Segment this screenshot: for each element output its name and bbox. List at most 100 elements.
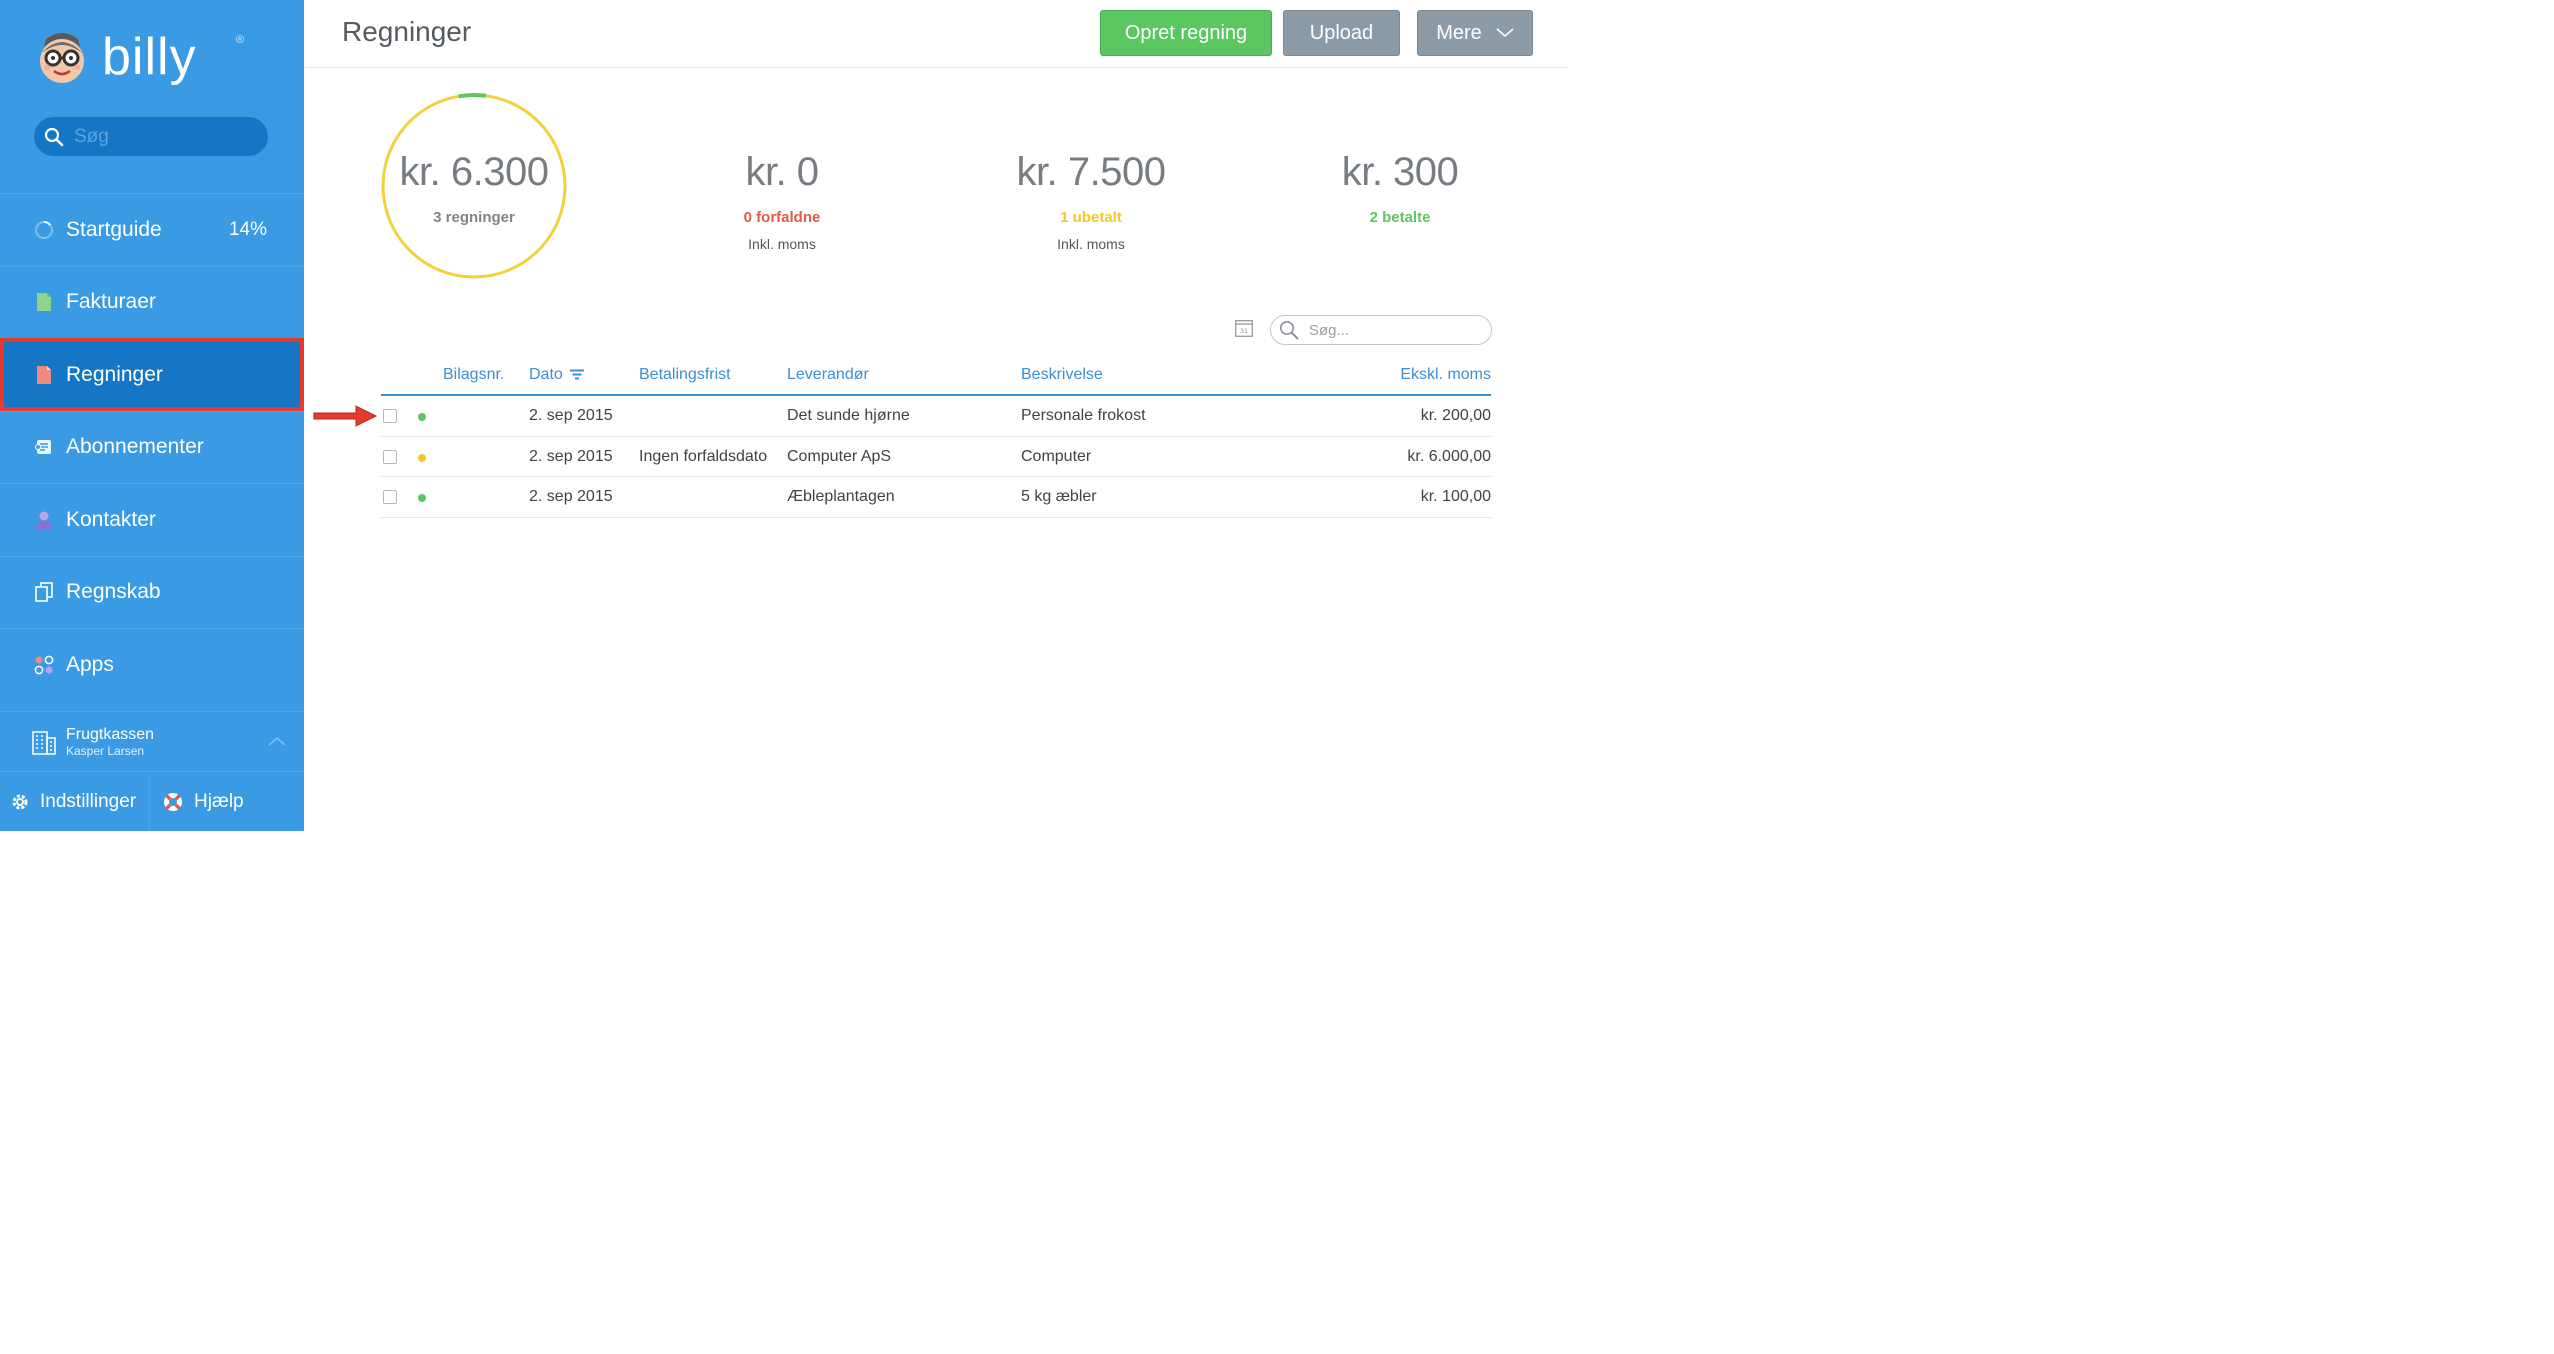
cell-amount: kr. 200,00	[1420, 407, 1491, 424]
bill-icon	[34, 365, 54, 385]
sidebar-item-label: Startguide	[66, 217, 162, 241]
status-dot-paid	[418, 413, 426, 421]
more-label: Mere	[1436, 21, 1482, 44]
summary-total-amount: kr. 6.300	[399, 150, 549, 194]
progress-ring-icon	[34, 220, 54, 240]
row-checkbox[interactable]	[383, 490, 397, 504]
cell-amount: kr. 6.000,00	[1407, 447, 1491, 465]
organization-switcher[interactable]: Frugtkassen Kasper Larsen	[0, 711, 304, 771]
sidebar-item-apps[interactable]: Apps	[0, 628, 304, 701]
summary-paid[interactable]: kr. 300 2 betalte	[1310, 150, 1490, 226]
building-icon	[32, 730, 56, 755]
invoice-icon	[34, 292, 54, 312]
bills-table: Bilagsnr. Dato Betalingsfrist Leverandør…	[381, 358, 1491, 518]
table-row[interactable]: 2. sep 2015 Ingen forfaldsdato Computer …	[381, 437, 1491, 477]
gear-icon	[10, 792, 30, 812]
page-header: Regninger Opret regning Upload Mere	[304, 0, 1568, 68]
settings-button[interactable]: Indstillinger	[0, 772, 150, 831]
column-header-dato[interactable]: Dato	[529, 366, 585, 384]
startguide-progress: 14%	[228, 218, 267, 240]
apps-icon	[34, 655, 54, 675]
summary-overdue-count: 0 forfaldne	[743, 209, 821, 226]
upload-button[interactable]: Upload	[1283, 10, 1400, 56]
row-checkbox[interactable]	[383, 409, 397, 423]
annotation-arrow-icon	[313, 405, 378, 427]
summary-overdue-amount: kr. 0	[745, 150, 819, 194]
cell-leverandor: Computer ApS	[787, 447, 892, 465]
organization-name: Frugtkassen	[66, 726, 155, 743]
column-header-beskrivelse[interactable]: Beskrivelse	[1021, 366, 1103, 384]
more-button[interactable]: Mere	[1417, 10, 1533, 56]
cell-dato: 2. sep 2015	[529, 447, 613, 465]
sidebar-search[interactable]	[34, 117, 268, 156]
sidebar-item-label: Kontakter	[66, 507, 156, 531]
sidebar-item-label: Abonnementer	[66, 435, 204, 459]
sidebar-item-label: Apps	[66, 652, 114, 676]
summary-unpaid-count: 1 ubetalt	[1060, 209, 1122, 226]
cell-beskrivelse: Personale frokost	[1021, 407, 1146, 424]
cell-dato: 2. sep 2015	[529, 407, 613, 424]
create-bill-button[interactable]: Opret regning	[1100, 10, 1272, 56]
ledger-icon	[34, 582, 54, 603]
sidebar: billy ® Startguide 14% Faktura	[0, 0, 304, 831]
chevron-up-icon	[268, 737, 286, 746]
sidebar-nav: Startguide 14% Fakturaer Regninger Abonn…	[0, 193, 304, 701]
cell-beskrivelse: Computer	[1021, 447, 1092, 465]
table-search-input[interactable]	[1309, 321, 1479, 339]
cell-leverandor: Æbleplantagen	[787, 488, 895, 505]
sidebar-item-fakturaer[interactable]: Fakturaer	[0, 265, 304, 339]
summary-total-count: 3 regninger	[433, 209, 515, 226]
calendar-icon[interactable]: 31	[1235, 320, 1253, 337]
sidebar-item-label: Fakturaer	[66, 290, 156, 314]
table-header: Bilagsnr. Dato Betalingsfrist Leverandør…	[381, 358, 1491, 396]
sidebar-footer: Indstillinger Hjælp	[0, 771, 304, 831]
summary-unpaid-note: Inkl. moms	[1057, 236, 1125, 252]
cell-leverandor: Det sunde hjørne	[787, 407, 910, 424]
sort-icon	[570, 369, 585, 380]
cell-beskrivelse: 5 kg æbler	[1021, 488, 1097, 505]
column-header-dato-label: Dato	[529, 366, 563, 383]
table-search[interactable]	[1270, 315, 1492, 345]
cell-dato: 2. sep 2015	[529, 488, 613, 505]
sidebar-item-regninger[interactable]: Regninger	[0, 338, 304, 411]
sidebar-item-kontakter[interactable]: Kontakter	[0, 483, 304, 556]
summary-unpaid[interactable]: kr. 7.500 1 ubetalt Inkl. moms	[1000, 150, 1182, 252]
page-title: Regninger	[342, 16, 472, 47]
column-header-bilagsnr[interactable]: Bilagsnr.	[443, 366, 504, 384]
search-icon	[44, 127, 64, 146]
sidebar-item-startguide[interactable]: Startguide 14%	[0, 193, 304, 266]
column-header-betalingsfrist[interactable]: Betalingsfrist	[639, 366, 731, 384]
sidebar-item-label: Regninger	[66, 362, 163, 386]
summary-overdue[interactable]: kr. 0 0 forfaldne Inkl. moms	[692, 150, 872, 252]
subscription-icon	[34, 437, 54, 457]
column-header-leverandor[interactable]: Leverandør	[787, 366, 869, 384]
person-icon	[34, 510, 54, 530]
registered-mark: ®	[236, 34, 245, 46]
billy-logo[interactable]: billy ®	[34, 22, 244, 92]
summary-overdue-note: Inkl. moms	[748, 236, 816, 252]
summary-total[interactable]: kr. 6.300 3 regninger	[376, 150, 572, 226]
cell-amount: kr. 100,00	[1420, 488, 1491, 505]
billy-mascot-icon	[40, 33, 84, 83]
lifebuoy-icon	[162, 791, 184, 813]
sidebar-search-input[interactable]	[74, 125, 254, 148]
settings-label: Indstillinger	[40, 790, 137, 812]
status-dot-paid	[418, 494, 426, 502]
logo-text: billy	[102, 28, 197, 86]
sidebar-item-regnskab[interactable]: Regnskab	[0, 555, 304, 629]
calendar-day: 31	[1240, 327, 1248, 335]
help-button[interactable]: Hjælp	[150, 772, 244, 831]
cell-betalingsfrist: Ingen forfaldsdato	[639, 447, 768, 465]
column-header-amount[interactable]: Ekskl. moms	[1400, 366, 1491, 384]
search-icon	[1280, 321, 1299, 340]
table-row[interactable]: 2. sep 2015 Det sunde hjørne Personale f…	[381, 396, 1491, 437]
status-dot-unpaid	[418, 453, 426, 462]
sidebar-item-abonnementer[interactable]: Abonnementer	[0, 410, 304, 484]
row-checkbox[interactable]	[383, 449, 397, 464]
organization-user: Kasper Larsen	[66, 744, 145, 758]
table-row[interactable]: 2. sep 2015 Æbleplantagen 5 kg æbler kr.…	[381, 477, 1491, 518]
organization-info: Frugtkassen Kasper Larsen	[66, 725, 154, 758]
summary-unpaid-amount: kr. 7.500	[1016, 150, 1166, 194]
help-label: Hjælp	[194, 790, 244, 812]
summary-paid-count: 2 betalte	[1369, 209, 1431, 226]
